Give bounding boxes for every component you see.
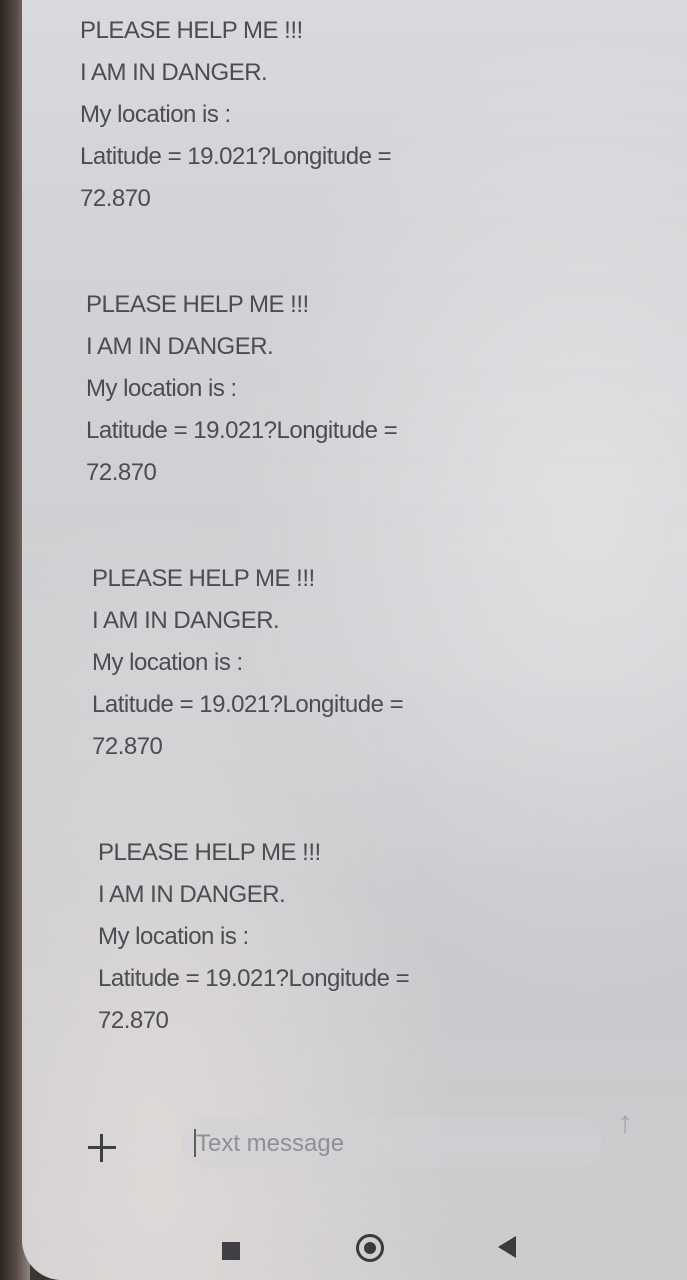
text-message-placeholder: Text message xyxy=(196,1130,345,1157)
message-line: PLEASE HELP ME !!! xyxy=(98,839,321,866)
home-icon[interactable] xyxy=(356,1234,384,1262)
message-line: My location is : xyxy=(80,101,231,128)
message-line: My location is : xyxy=(98,923,249,950)
message-line: Latitude = 19.021?Longitude = xyxy=(80,143,392,170)
message-line: I AM IN DANGER. xyxy=(92,607,280,634)
message-line: I AM IN DANGER. xyxy=(80,59,268,86)
recent-apps-icon[interactable] xyxy=(222,1242,240,1260)
message-line: 72.870 xyxy=(98,1007,169,1034)
message-composer: Text message ↑ xyxy=(22,1105,687,1185)
message-line: PLEASE HELP ME !!! xyxy=(86,291,309,318)
message-line: I AM IN DANGER. xyxy=(86,333,274,360)
message-bubble[interactable]: PLEASE HELP ME !!! I AM IN DANGER. My lo… xyxy=(86,284,506,494)
message-line: Latitude = 19.021?Longitude = xyxy=(92,691,404,718)
message-line: PLEASE HELP ME !!! xyxy=(92,565,315,592)
back-icon[interactable] xyxy=(498,1236,516,1258)
message-line: Latitude = 19.021?Longitude = xyxy=(86,417,398,444)
message-line: 72.870 xyxy=(92,733,163,760)
message-line: My location is : xyxy=(86,375,237,402)
message-bubble[interactable]: PLEASE HELP ME !!! I AM IN DANGER. My lo… xyxy=(98,832,518,1042)
messages-screen: PLEASE HELP ME !!! I AM IN DANGER. My lo… xyxy=(22,0,687,1280)
system-nav-bar xyxy=(22,1220,687,1280)
message-bubble[interactable]: PLEASE HELP ME !!! I AM IN DANGER. My lo… xyxy=(80,10,500,220)
text-message-input[interactable]: Text message xyxy=(182,1117,602,1169)
message-line: 72.870 xyxy=(86,459,157,486)
message-line: Latitude = 19.021?Longitude = xyxy=(98,965,410,992)
message-line: My location is : xyxy=(92,649,243,676)
message-bubble[interactable]: PLEASE HELP ME !!! I AM IN DANGER. My lo… xyxy=(92,558,512,768)
plus-icon[interactable] xyxy=(84,1130,120,1166)
message-line: I AM IN DANGER. xyxy=(98,881,286,908)
send-arrow-icon[interactable]: ↑ xyxy=(610,1105,640,1141)
message-line: PLEASE HELP ME !!! xyxy=(80,17,303,44)
message-line: 72.870 xyxy=(80,185,151,212)
